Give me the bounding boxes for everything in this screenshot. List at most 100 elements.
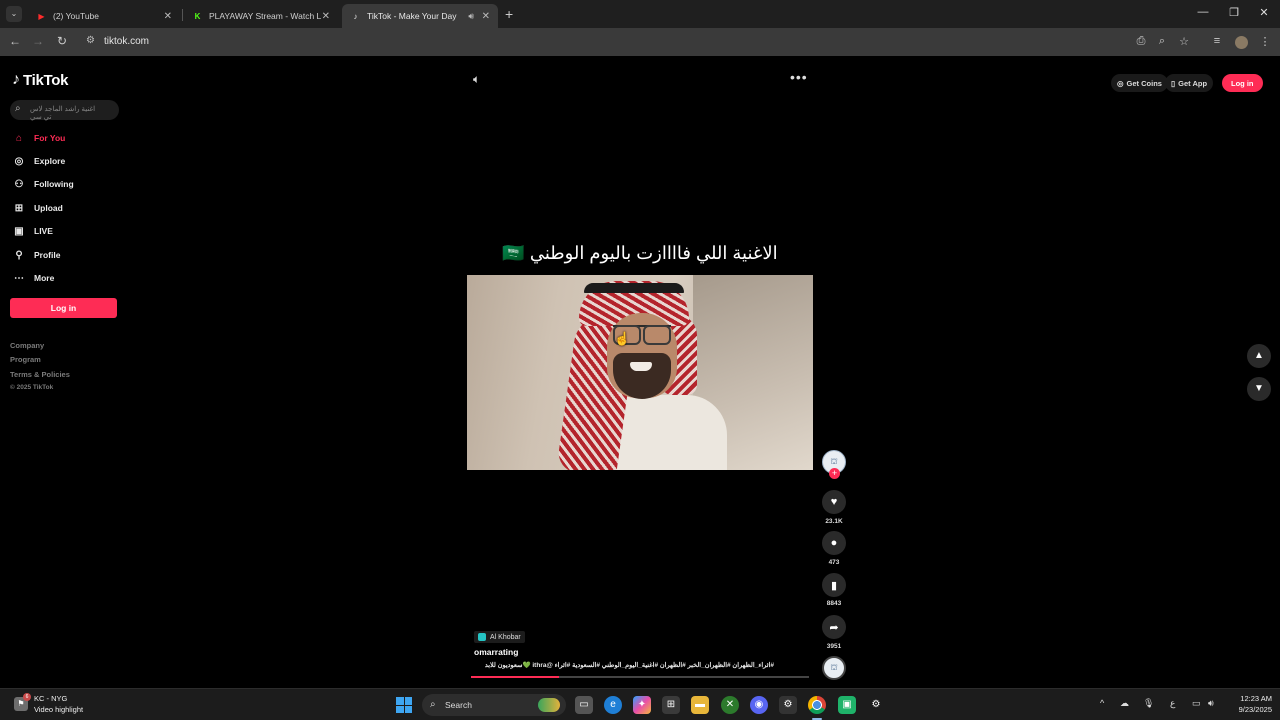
back-button[interactable]: ←	[7, 34, 23, 48]
volume-tray-icon[interactable]: 🔊︎	[1208, 698, 1214, 709]
store-icon[interactable]: ⊞	[662, 696, 680, 714]
tab-youtube[interactable]: ▶ (2) YouTube ✕	[28, 4, 180, 28]
nav-profile[interactable]: ⚲ Profile	[12, 247, 60, 263]
xbox-icon[interactable]: ✕	[721, 696, 739, 714]
like-count: 23.1K	[825, 518, 843, 525]
music-disc[interactable]: ⛫	[822, 656, 846, 680]
get-app-button[interactable]: ▯ Get App	[1165, 74, 1214, 92]
close-window-button[interactable]: ✕	[1254, 6, 1274, 19]
copilot-icon[interactable]: ✦	[633, 696, 651, 714]
task-view-icon[interactable]: ▭	[575, 696, 593, 714]
steelseries-icon[interactable]: ⚙	[779, 696, 797, 714]
tab-playaway[interactable]: K PLAYAWAY Stream - Watch Live ✕	[184, 4, 338, 28]
clock-time[interactable]: 12:23 AM	[1222, 694, 1272, 703]
phone-icon: ▯	[1171, 78, 1176, 88]
clock-date[interactable]: 9/23/2025	[1222, 705, 1272, 714]
nav-for-you[interactable]: ⌂ For You	[12, 130, 65, 146]
get-coins-label: Get Coins	[1126, 78, 1162, 88]
onedrive-icon[interactable]: ☁	[1120, 698, 1129, 709]
footer-link-program[interactable]: Program	[10, 355, 41, 364]
chevron-up-icon[interactable]: ^	[1100, 698, 1104, 708]
video-overlay-title: الاغنية اللي فاااازت باليوم الوطني 🇸🇦	[502, 243, 778, 263]
tab-playaway-label: PLAYAWAY Stream - Watch Live	[209, 11, 321, 21]
chrome-icon[interactable]	[808, 696, 826, 714]
more-options-icon[interactable]: •••	[790, 69, 808, 85]
restore-button[interactable]: ❐	[1224, 6, 1244, 19]
comment-icon: ●	[830, 537, 838, 549]
microphone-icon[interactable]: 🎙︎	[1143, 698, 1154, 709]
video-player[interactable]	[467, 275, 813, 470]
close-icon[interactable]: ✕	[164, 11, 172, 22]
compass-icon: ◎	[14, 155, 24, 167]
tiktok-logo[interactable]: ♪ TikTok	[12, 71, 68, 89]
bookmark-star-icon[interactable]: ☆	[1177, 35, 1191, 48]
tab-search-button[interactable]: ⌄	[6, 6, 22, 22]
close-icon[interactable]: ✕	[482, 11, 490, 22]
zoom-icon[interactable]: ⌕	[1155, 35, 1169, 48]
more-icon: ⋯	[14, 272, 24, 284]
get-coins-button[interactable]: ◎ Get Coins	[1111, 74, 1168, 92]
nav-label: More	[34, 273, 55, 283]
nav-live[interactable]: ▣ LIVE	[12, 223, 53, 239]
follow-plus-icon[interactable]: +	[829, 468, 840, 479]
nav-label: Explore	[34, 156, 66, 166]
location-tag[interactable]: Al Khobar	[474, 631, 525, 643]
network-icon[interactable]: ▭	[1192, 698, 1201, 709]
taskbar-search[interactable]: ⌕ Search	[422, 694, 566, 716]
discord-icon[interactable]: ◉	[750, 696, 768, 714]
speaker-icon[interactable]: 🔊︎	[468, 11, 474, 22]
tab-tiktok-label: TikTok - Make Your Day	[367, 11, 457, 21]
media-controls-icon[interactable]: ≡	[1210, 35, 1224, 47]
video-author[interactable]: omarrating	[474, 647, 518, 657]
next-video-button[interactable]: ▼	[1247, 377, 1271, 401]
nav-upload[interactable]: ⊞ Upload	[12, 200, 63, 216]
volume-icon[interactable]: 🔈︎	[473, 72, 480, 87]
file-explorer-icon[interactable]: ▬	[691, 696, 709, 714]
video-hashtags[interactable]: #اثراء_الظهران #الظهران_الخبر #الظهران #…	[474, 661, 774, 669]
install-app-icon[interactable]: ⎙	[1134, 35, 1148, 48]
footer-link-terms[interactable]: Terms & Policies	[10, 370, 70, 379]
edge-icon[interactable]: e	[604, 696, 622, 714]
like-button[interactable]: ♥	[822, 490, 846, 514]
header-login-button[interactable]: Log in	[1222, 74, 1263, 92]
comment-count: 473	[828, 559, 840, 566]
youtube-icon: ▶	[38, 11, 45, 21]
tab-divider	[182, 9, 183, 21]
location-label: Al Khobar	[490, 633, 521, 641]
nav-more[interactable]: ⋯ More	[12, 270, 54, 286]
get-app-label: Get App	[1178, 78, 1208, 88]
profile-avatar[interactable]	[1235, 36, 1248, 49]
nav-following[interactable]: ⚇ Following	[12, 176, 74, 192]
following-icon: ⚇	[14, 178, 24, 190]
comment-button[interactable]: ●	[822, 531, 846, 555]
new-tab-button[interactable]: +	[505, 6, 513, 22]
start-button[interactable]	[396, 697, 412, 713]
language-indicator[interactable]: ع	[1170, 698, 1175, 709]
url-text[interactable]: tiktok.com	[104, 36, 149, 47]
browser-menu-icon[interactable]: ⋮	[1258, 35, 1272, 48]
reload-button[interactable]: ↻	[54, 34, 70, 48]
nav-label: Profile	[34, 250, 61, 260]
minimize-button[interactable]: —	[1193, 6, 1213, 18]
site-info-icon[interactable]: ⚙	[86, 35, 95, 46]
nav-explore[interactable]: ◎ Explore	[12, 153, 66, 169]
close-icon[interactable]: ✕	[322, 11, 330, 22]
save-button[interactable]: ▮	[822, 573, 846, 597]
address-bar[interactable]: ⚙ tiktok.com	[82, 32, 1206, 52]
tiktok-icon: ♪	[353, 11, 358, 21]
widgets-subtitle[interactable]: Video highlight	[34, 705, 83, 714]
footer-link-company[interactable]: Company	[10, 341, 44, 350]
previous-video-button[interactable]: ▲	[1247, 344, 1271, 368]
search-input[interactable]: ⌕ اغنية راشد الماجد لاس تي سي	[10, 100, 119, 121]
tiktok-wordmark: TikTok	[23, 71, 69, 89]
terminal-app-icon[interactable]: ▣	[838, 696, 856, 714]
tab-tiktok[interactable]: ♪ TikTok - Make Your Day 🔊︎ ✕	[342, 4, 498, 28]
share-button[interactable]: ➦	[822, 615, 846, 639]
settings-gear-icon[interactable]: ⚙	[867, 696, 885, 714]
location-pin-icon	[478, 633, 486, 641]
forward-button[interactable]: →	[30, 34, 46, 48]
tab-youtube-label: (2) YouTube	[53, 11, 99, 21]
nav-label: Following	[34, 179, 74, 189]
widgets-title[interactable]: KC - NYG	[34, 694, 67, 703]
sidebar-login-button[interactable]: Log in	[10, 298, 117, 318]
